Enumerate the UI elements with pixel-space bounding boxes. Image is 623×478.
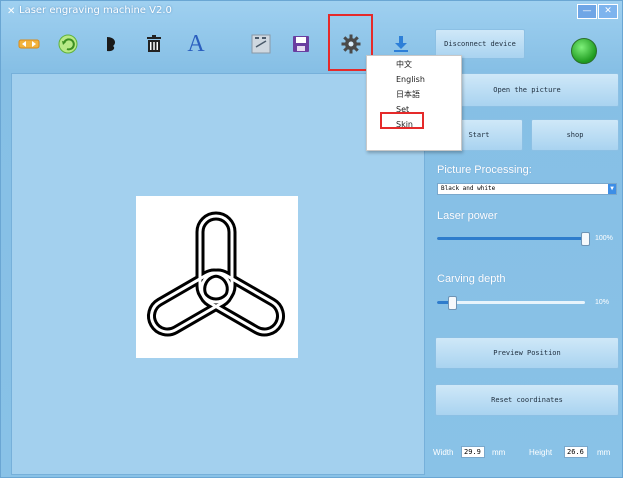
app-icon: ✕ (7, 6, 16, 17)
minimize-button[interactable]: — (577, 4, 597, 19)
resize-button[interactable] (13, 29, 45, 59)
height-unit: mm (597, 448, 611, 457)
text-icon: A (187, 30, 205, 57)
trash-icon (147, 35, 161, 52)
laser-power-fill (437, 237, 585, 240)
size-icon (251, 34, 271, 54)
laser-power-thumb[interactable] (581, 232, 590, 246)
carving-depth-slider[interactable] (437, 301, 585, 304)
rotate-icon (58, 34, 78, 54)
language-menu: 中文 English 日本語 Set Skin (366, 55, 462, 151)
set-highlight-box (380, 112, 424, 129)
triple-link-image (147, 211, 285, 337)
window-title: Laser engraving machine V2.0 (19, 5, 172, 16)
app-window: ✕ Laser engraving machine V2.0 — ✕ A Dis… (0, 0, 623, 478)
resize-icon (18, 39, 40, 49)
laser-power-value: 100% (595, 235, 613, 242)
laser-power-slider[interactable] (437, 237, 585, 240)
invert-button[interactable] (95, 29, 127, 59)
engraving-canvas[interactable] (11, 73, 425, 475)
picture-processing-select[interactable]: Black and white ▼ (437, 183, 617, 195)
shop-button[interactable]: shop (531, 119, 619, 151)
laser-power-label: Laser power (437, 210, 498, 222)
download-icon (394, 36, 408, 52)
save-button[interactable] (285, 29, 317, 59)
processing-selected-value: Black and white (441, 185, 496, 192)
carving-depth-value: 10% (595, 299, 610, 306)
width-label: Width (433, 448, 454, 457)
width-input[interactable]: 29.9 (461, 446, 485, 458)
text-button[interactable]: A (180, 29, 212, 59)
delete-button[interactable] (138, 29, 170, 59)
carving-depth-label: Carving depth (437, 273, 506, 285)
height-label: Height (529, 448, 553, 457)
width-unit: mm (492, 448, 506, 457)
reset-coordinates-button[interactable]: Reset coordinates (435, 384, 619, 416)
menu-item-english[interactable]: English (367, 73, 461, 87)
invert-icon (107, 37, 115, 52)
height-input[interactable]: 26.6 (564, 446, 588, 458)
open-picture-button[interactable]: Open the picture (435, 73, 619, 107)
connection-status-indicator (571, 38, 597, 64)
save-icon (293, 36, 309, 52)
chevron-down-icon[interactable]: ▼ (608, 184, 616, 194)
picture-processing-label: Picture Processing: (437, 164, 532, 176)
preview-position-button[interactable]: Preview Position (435, 337, 619, 369)
loaded-picture[interactable] (136, 196, 298, 358)
menu-item-japanese[interactable]: 日本語 (367, 88, 461, 102)
rotate-button[interactable] (52, 29, 84, 59)
carving-depth-thumb[interactable] (448, 296, 457, 310)
close-button[interactable]: ✕ (598, 4, 618, 19)
title-bar[interactable]: ✕ Laser engraving machine V2.0 — ✕ (1, 1, 622, 23)
size-button[interactable] (245, 29, 277, 59)
menu-item-chinese[interactable]: 中文 (367, 58, 461, 72)
